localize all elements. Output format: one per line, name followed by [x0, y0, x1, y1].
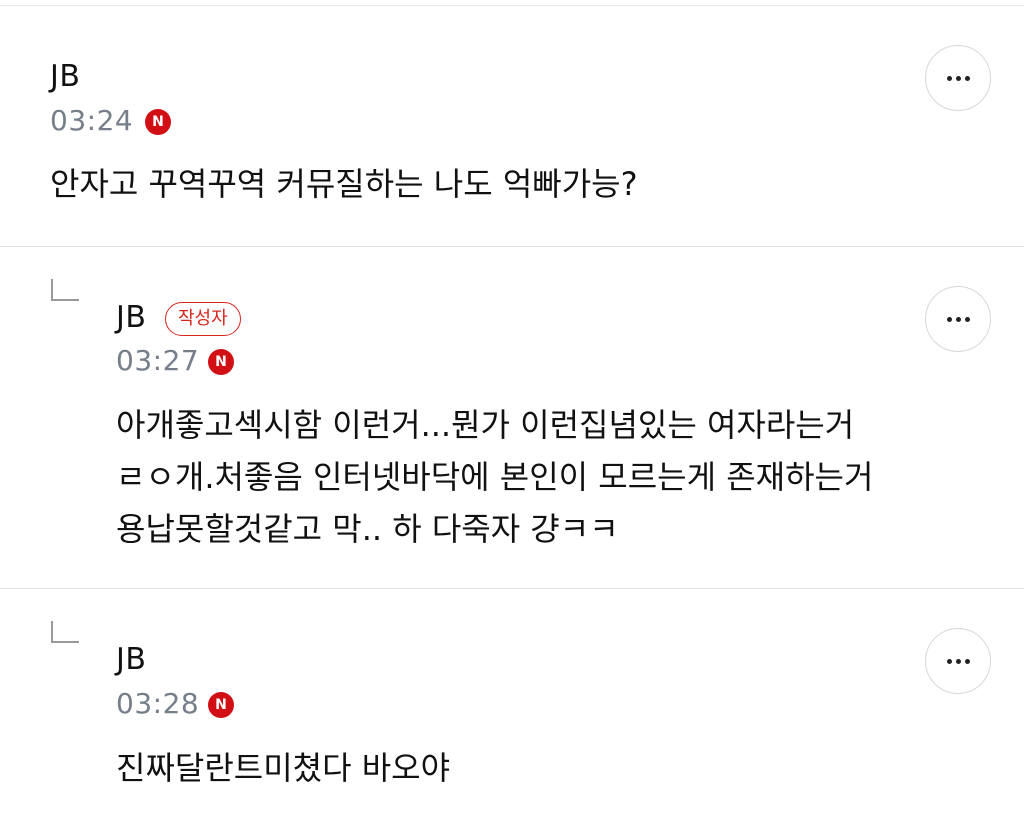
reply-arrow-icon: [51, 621, 79, 643]
more-horizontal-icon: [946, 75, 970, 81]
comment-item: JB 03:24 N 안자고 꾸역꾸역 커뮤질하는 나도 억빠가능?: [0, 0, 1024, 247]
reply-item: JB 03:28 N 진짜달란트미쳤다 바오야: [0, 589, 1024, 826]
comment-list: JB 03:24 N 안자고 꾸역꾸역 커뮤질하는 나도 억빠가능? JB 작성…: [0, 0, 1024, 826]
comment-author[interactable]: JB: [116, 642, 146, 678]
more-options-button[interactable]: [925, 45, 991, 111]
author-badge: 작성자: [165, 302, 241, 336]
more-horizontal-icon: [946, 316, 970, 322]
more-options-button[interactable]: [925, 286, 991, 352]
comment-time: 03:24: [50, 104, 134, 137]
more-horizontal-icon: [946, 658, 970, 664]
more-options-button[interactable]: [925, 628, 991, 694]
comment-text: 아개좋고섹시함 이런거...뭔가 이런집념있는 여자라는거 ㄹㅇ개.처좋음 인터…: [116, 406, 874, 548]
comment-time: 03:27: [116, 344, 200, 377]
comment-text: 진짜달란트미쳤다 바오야: [116, 749, 451, 787]
reply-item: JB 작성자 03:27 N 아개좋고섹시함 이런거...뭔가 이런집념있는 여…: [0, 247, 1024, 588]
comment-author[interactable]: JB: [50, 59, 80, 95]
new-badge-icon: N: [145, 109, 171, 135]
comment-time: 03:28: [116, 687, 200, 720]
comment-text: 안자고 꾸역꾸역 커뮤질하는 나도 억빠가능?: [50, 165, 638, 203]
reply-arrow-icon: [51, 279, 79, 301]
new-badge-icon: N: [208, 692, 234, 718]
comment-author[interactable]: JB: [116, 300, 146, 336]
new-badge-icon: N: [208, 349, 234, 375]
